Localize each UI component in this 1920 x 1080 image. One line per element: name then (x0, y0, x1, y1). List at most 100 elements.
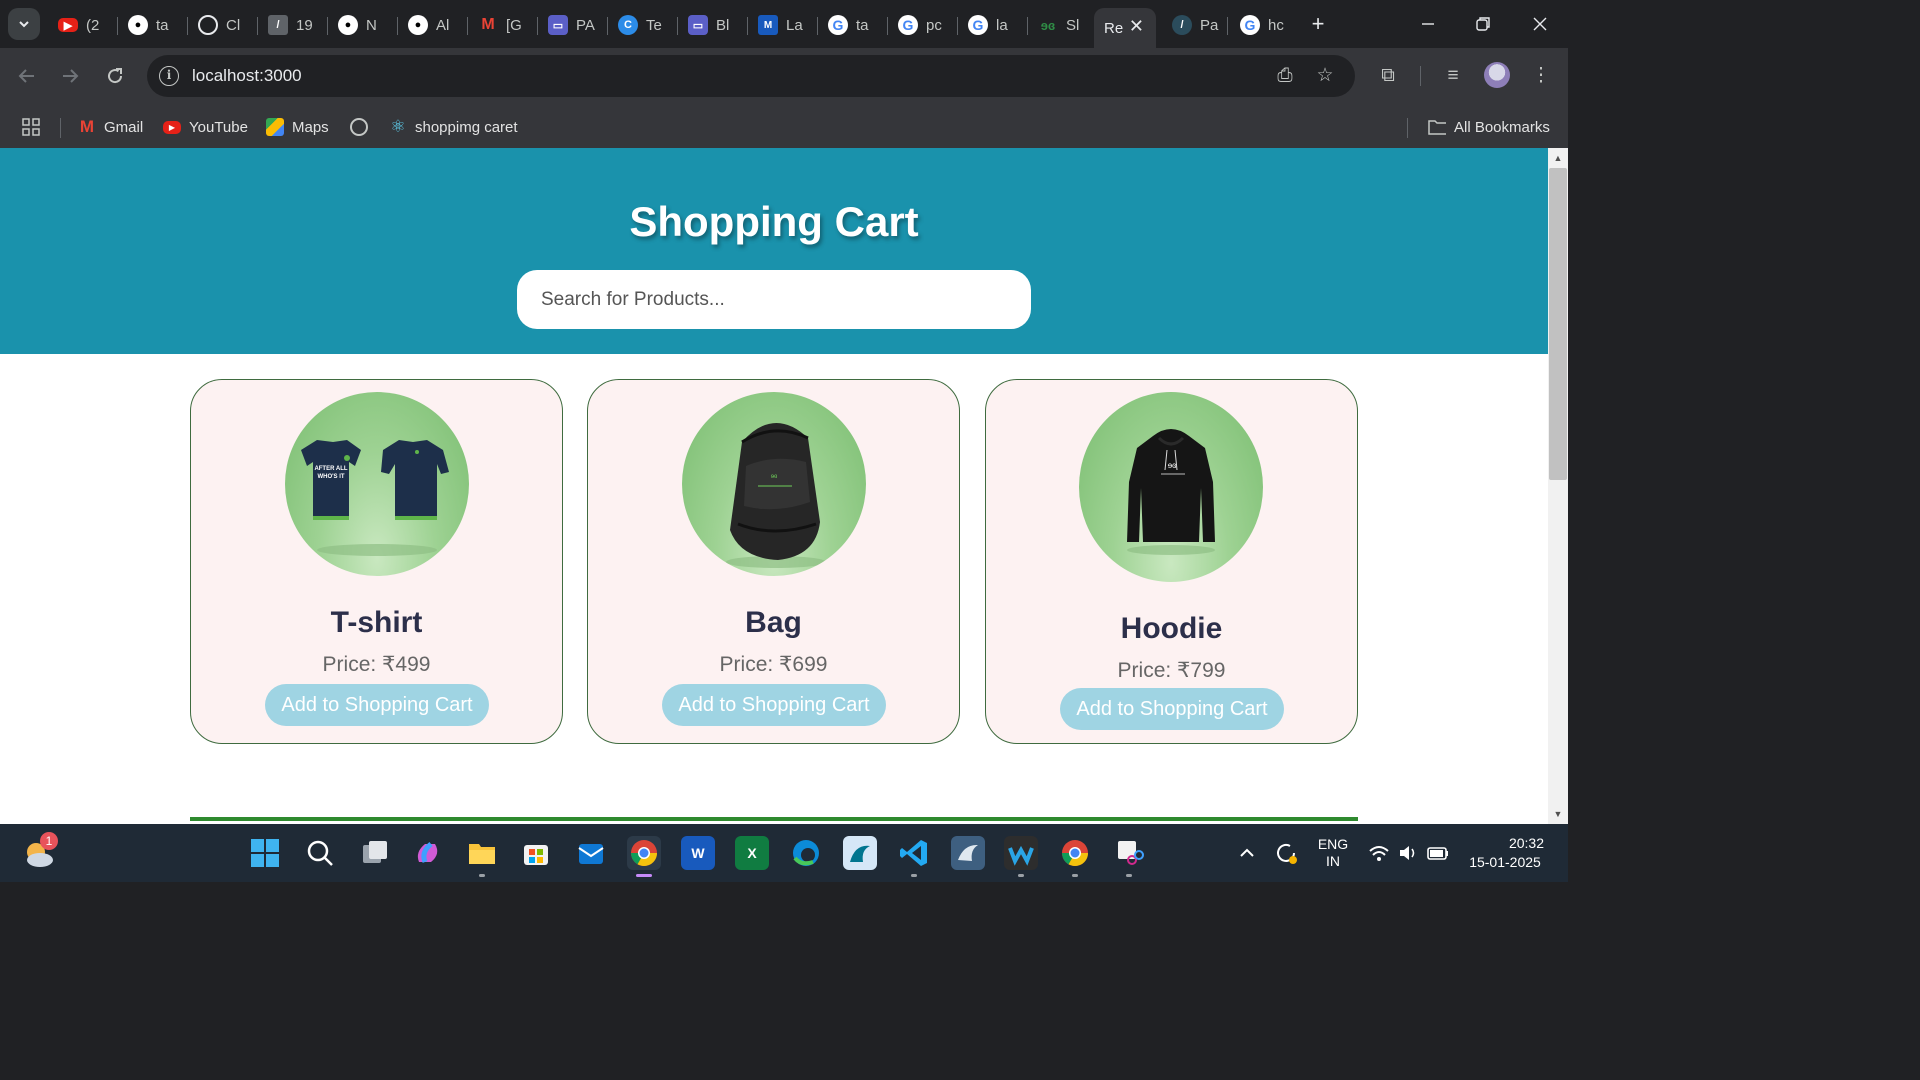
bookmark-shopping[interactable]: ⚛ shoppimg caret (389, 114, 518, 140)
browser-tab[interactable]: ▭ Bl (678, 8, 748, 42)
all-bookmarks-button[interactable]: All Bookmarks (1428, 114, 1550, 140)
sql-tool-icon[interactable] (843, 836, 877, 870)
browser-tab[interactable]: ● N (328, 8, 398, 42)
bookmark-maps[interactable]: Maps (266, 114, 329, 140)
app-running-indicator (1018, 874, 1024, 877)
bookmark-globe[interactable] (350, 114, 376, 140)
browser-tab[interactable]: ▭ PA (538, 8, 608, 42)
browser-tab[interactable]: ▶ (2 (48, 8, 118, 42)
browser-tab[interactable]: G la (958, 8, 1028, 42)
github-icon: ● (338, 15, 358, 35)
browser-tab[interactable]: G pc (888, 8, 958, 42)
app-running-indicator (479, 874, 485, 877)
mysql-workbench-icon[interactable] (951, 836, 985, 870)
install-app-icon[interactable]: ⎙ (1273, 64, 1297, 88)
url-text[interactable]: localhost:3000 (192, 66, 302, 86)
site-info-icon[interactable]: i (159, 66, 179, 86)
browser-tab[interactable]: Cl (188, 8, 258, 42)
browser-tab[interactable]: ● ta (118, 8, 188, 42)
header-banner: Shopping Cart (0, 148, 1548, 354)
outlook-icon[interactable] (573, 836, 607, 870)
browser-tab[interactable]: ● Al (398, 8, 468, 42)
search-button[interactable] (303, 836, 337, 870)
app-running-indicator (911, 874, 917, 877)
tab-title: PA (576, 16, 595, 34)
weather-badge: 1 (40, 832, 58, 850)
restore-icon (1476, 17, 1490, 31)
browser-tab[interactable]: M [G (468, 8, 538, 42)
store-icon (524, 845, 548, 865)
battery-icon[interactable] (1421, 836, 1455, 870)
google-icon: G (828, 15, 848, 35)
chrome-taskbar-icon[interactable] (627, 836, 661, 870)
word-icon: M (758, 15, 778, 35)
task-view-icon (363, 841, 387, 863)
browser-tab[interactable]: G ta (818, 8, 888, 42)
start-button[interactable] (248, 836, 282, 870)
snipping-tool-icon[interactable] (1112, 836, 1146, 870)
address-bar[interactable]: i localhost:3000 ⎙ ☆ (147, 55, 1355, 97)
edge-icon[interactable] (789, 836, 823, 870)
browser-tab[interactable]: / 19 (258, 8, 328, 42)
teams-icon: ▭ (688, 15, 708, 35)
extensions-icon[interactable]: ⧉ (1373, 61, 1403, 91)
show-hidden-icons-button[interactable] (1230, 836, 1264, 870)
media-control-icon[interactable]: ≡ (1438, 61, 1468, 91)
search-input[interactable] (517, 270, 1031, 329)
pen-icon: / (268, 15, 288, 35)
language-indicator[interactable]: ENG IN (1312, 836, 1354, 870)
weather-widget-icon[interactable]: 1 (22, 832, 58, 870)
chrome-profile-icon[interactable] (1058, 836, 1092, 870)
bookmark-gmail[interactable]: M Gmail (78, 114, 143, 140)
word-icon[interactable]: W (681, 836, 715, 870)
tab-strip: ▶ (2 ● ta Cl / 19 ● N ● Al M [G ▭ PA C T… (0, 0, 1568, 48)
scroll-up-icon[interactable]: ▲ (1548, 150, 1568, 166)
browser-tab[interactable]: C Te (608, 8, 678, 42)
webex-icon[interactable] (1004, 836, 1038, 870)
clock[interactable]: 20:32 15-01-2025 (1460, 834, 1550, 872)
volume-icon[interactable] (1391, 836, 1425, 870)
browser-tab[interactable]: / Pa (1162, 8, 1228, 42)
bookmark-label: shoppimg caret (415, 118, 518, 136)
bookmark-separator (60, 118, 61, 138)
apps-button[interactable] (22, 114, 40, 140)
product-card: ɘɞ Bag Price: ₹699 Add to Shopping Cart (587, 379, 960, 744)
browser-tab[interactable]: ɘɞ Sl (1028, 8, 1094, 42)
scrollbar-thumb[interactable] (1549, 168, 1567, 480)
microsoft-store-icon[interactable] (519, 836, 553, 870)
browser-tab-active[interactable]: Re ✕ (1094, 8, 1156, 48)
copilot-icon[interactable] (411, 836, 445, 870)
add-to-cart-button[interactable]: Add to Shopping Cart (265, 684, 489, 726)
vscode-icon[interactable] (897, 836, 931, 870)
tab-title: Te (646, 16, 662, 34)
tab-title: hc (1268, 16, 1284, 34)
new-tab-button[interactable]: + (1304, 10, 1332, 38)
product-name: Hoodie (1120, 612, 1223, 645)
add-to-cart-button[interactable]: Add to Shopping Cart (1060, 688, 1284, 730)
task-view-button[interactable] (358, 836, 392, 870)
forward-button[interactable] (54, 60, 86, 92)
maps-icon (266, 118, 284, 136)
close-tab-icon[interactable]: ✕ (1129, 16, 1144, 37)
excel-icon[interactable]: X (735, 836, 769, 870)
add-to-cart-button[interactable]: Add to Shopping Cart (662, 684, 886, 726)
browser-tab[interactable]: M La (748, 8, 818, 42)
bookmark-star-icon[interactable]: ☆ (1313, 64, 1337, 88)
file-explorer-icon[interactable] (465, 836, 499, 870)
profile-avatar[interactable] (1484, 62, 1510, 88)
close-window-button[interactable] (1520, 8, 1560, 40)
minimize-button[interactable] (1408, 8, 1448, 40)
youtube-icon: ▶ (58, 18, 78, 32)
sync-status-icon[interactable] (1269, 836, 1303, 870)
tab-search-button[interactable] (8, 8, 40, 40)
browser-tab[interactable]: G hc (1230, 8, 1296, 42)
back-button[interactable] (11, 60, 43, 92)
scroll-down-icon[interactable]: ▼ (1548, 806, 1568, 822)
reload-button[interactable] (99, 60, 131, 92)
menu-kebab-icon[interactable]: ⋮ (1526, 61, 1556, 91)
bookmark-youtube[interactable]: ▶ YouTube (163, 114, 248, 140)
tab-title: la (996, 16, 1008, 34)
search-icon (307, 840, 333, 866)
restore-button[interactable] (1463, 8, 1503, 40)
app-running-indicator (1126, 874, 1132, 877)
